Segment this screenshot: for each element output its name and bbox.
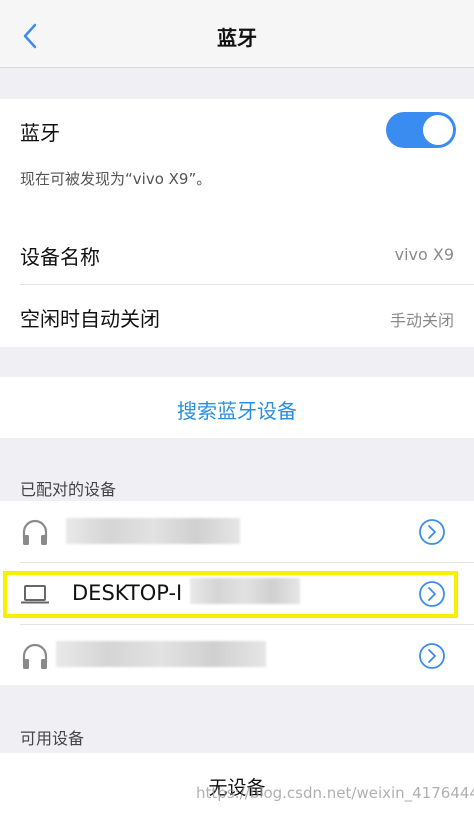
device-name-label: 设备名称 xyxy=(20,245,100,269)
search-devices-button[interactable]: 搜索蓝牙设备 xyxy=(0,395,474,424)
available-section-header: 可用设备 xyxy=(20,729,85,748)
auto-off-label: 空闲时自动关闭 xyxy=(20,307,160,331)
redacted-name xyxy=(56,641,266,667)
auto-off-row[interactable]: 空闲时自动关闭 手动关闭 xyxy=(0,285,474,347)
page-title: 蓝牙 xyxy=(217,26,257,50)
paired-device-row[interactable] xyxy=(0,625,474,686)
bluetooth-label: 蓝牙 xyxy=(20,121,60,145)
highlight-box xyxy=(3,571,458,618)
redacted-name xyxy=(66,518,240,544)
watermark: https://blog.csdn.net/weixin_41764441 xyxy=(196,784,474,802)
device-name-row[interactable]: 设备名称 vivo X9 xyxy=(0,222,474,284)
headphones-icon xyxy=(22,643,48,669)
toggle-knob xyxy=(423,115,453,145)
auto-off-value: 手动关闭 xyxy=(389,311,454,330)
device-name-value: vivo X9 xyxy=(394,245,454,264)
headphones-icon xyxy=(22,519,48,545)
paired-device-row[interactable] xyxy=(0,501,474,562)
discoverable-hint: 现在可被发现为“vivo X9”。 xyxy=(20,170,212,188)
bluetooth-toggle[interactable] xyxy=(386,112,456,148)
chevron-right-circle-icon[interactable] xyxy=(418,518,446,546)
chevron-right-circle-icon[interactable] xyxy=(418,642,446,670)
paired-section-header: 已配对的设备 xyxy=(20,480,117,499)
nav-bar: 蓝牙 xyxy=(0,0,474,68)
